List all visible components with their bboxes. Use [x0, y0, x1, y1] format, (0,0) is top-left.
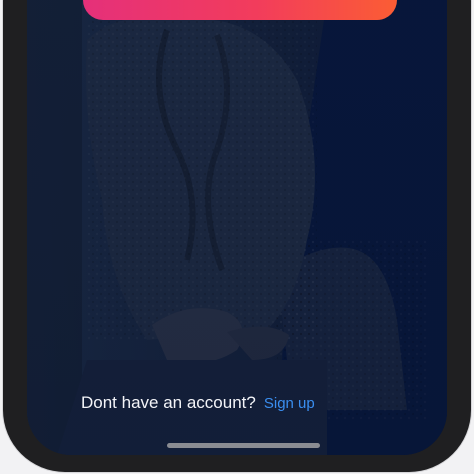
primary-action-button[interactable] — [83, 0, 397, 20]
sign-up-link[interactable]: Sign up — [264, 395, 315, 412]
signup-prompt-text: Dont have an account? — [81, 393, 256, 412]
app-screen: Dont have an account? Sign up — [27, 0, 447, 455]
signup-row: Dont have an account? Sign up — [81, 393, 315, 413]
background-overlay — [27, 0, 447, 455]
phone-frame: Dont have an account? Sign up — [3, 0, 471, 472]
home-indicator-bar[interactable] — [167, 443, 320, 448]
